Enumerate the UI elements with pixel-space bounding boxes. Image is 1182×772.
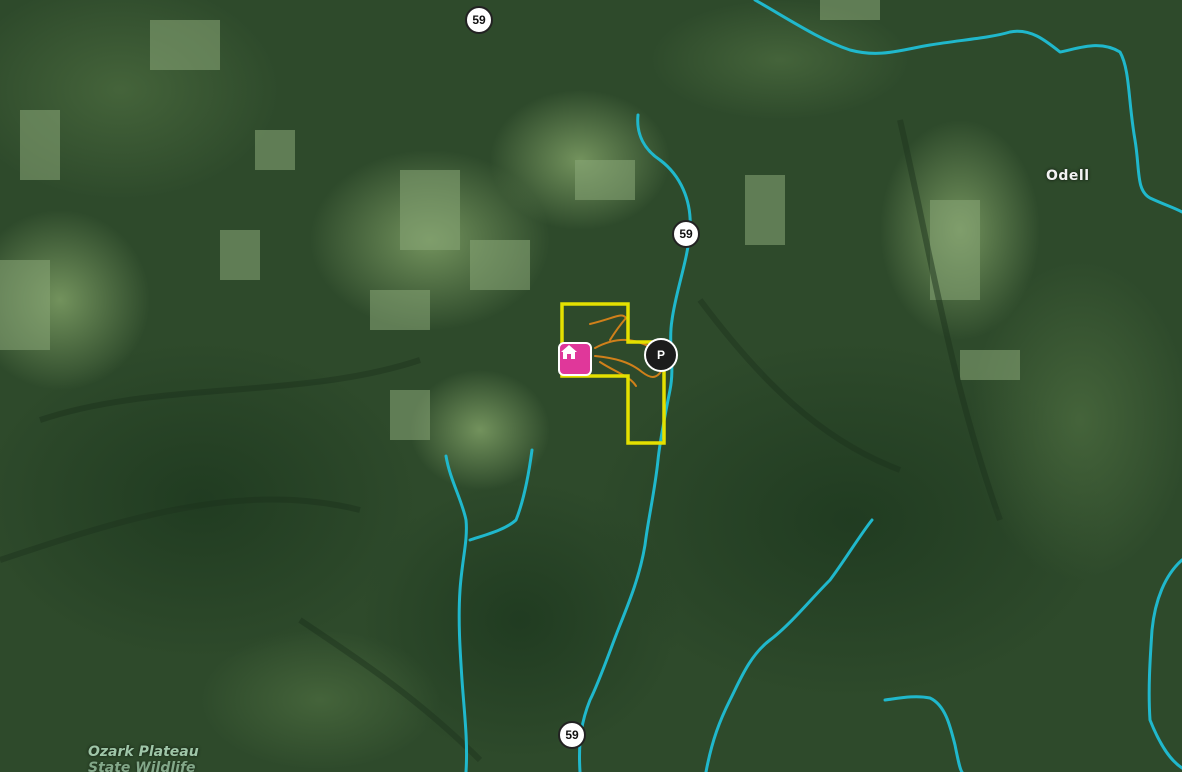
parking-marker[interactable]: P bbox=[644, 338, 678, 372]
parking-icon: P bbox=[656, 348, 665, 362]
route-59-shield-bottom: 59 bbox=[558, 721, 586, 749]
home-marker[interactable] bbox=[558, 342, 592, 376]
place-label-ozark-plateau: Ozark Plateau State Wildlife bbox=[88, 744, 199, 772]
route-59-shield-mid: 59 bbox=[672, 220, 700, 248]
map-canvas[interactable]: 59 59 59 Odell Ozark Plateau State Wildl… bbox=[0, 0, 1182, 772]
ozark-label-line2: State Wildlife bbox=[88, 760, 196, 772]
map-layers bbox=[0, 0, 1182, 772]
ozark-label-line1: Ozark Plateau bbox=[88, 744, 199, 760]
route-59-shield-top: 59 bbox=[465, 6, 493, 34]
place-label-odell: Odell bbox=[1046, 168, 1090, 184]
